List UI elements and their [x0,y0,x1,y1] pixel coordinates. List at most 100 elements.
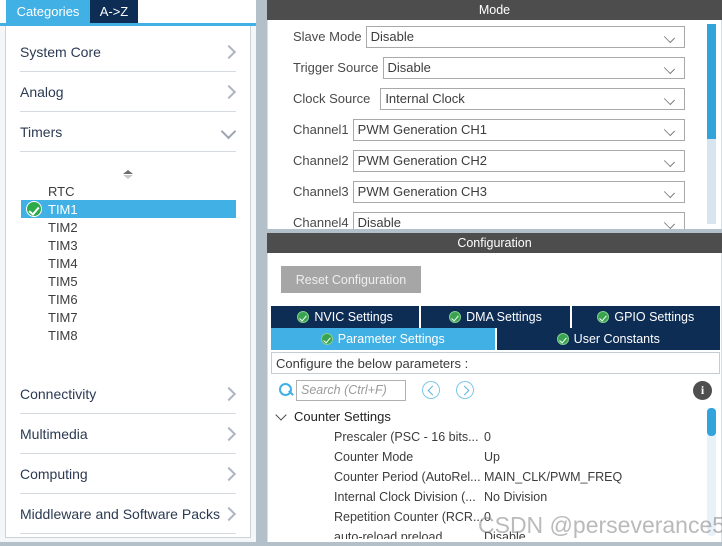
mode-row-channel1: Channel1 PWM Generation CH1 [268,115,721,144]
timer-item-tim8[interactable]: TIM8 [21,326,236,344]
tab-categories[interactable]: Categories [6,0,90,23]
tab-nvic-settings-label: NVIC Settings [314,310,393,324]
configure-banner-text: Configure the below parameters : [276,355,469,371]
mode-panel: Slave Mode Disable Trigger Source Disabl… [267,20,722,229]
timer-item-label: TIM4 [48,255,78,271]
table-row[interactable]: auto-reload preload Disable [271,527,720,539]
chevron-down-icon [664,219,676,227]
category-middleware-label: Middleware and Software Packs [20,505,220,522]
trigger-source-select[interactable]: Disable [382,56,685,79]
tab-parameter-settings-label: Parameter Settings [337,332,445,346]
app-root: Categories A->Z System Core Analog Timer… [0,0,722,546]
check-circle-icon [26,201,42,217]
check-circle-icon [320,333,333,345]
trigger-source-label: Trigger Source [293,60,379,75]
search-input[interactable] [296,379,406,401]
panel-divider-handle[interactable] [256,0,267,546]
channel4-select[interactable]: Disable [352,211,685,229]
category-computing[interactable]: Computing [20,454,236,494]
timer-item-tim6[interactable]: TIM6 [21,290,236,308]
timer-item-label: TIM5 [48,273,78,289]
category-analog[interactable]: Analog [20,72,236,112]
timer-item-label: TIM3 [48,237,78,253]
channel1-label: Channel1 [293,122,349,137]
parameter-name: auto-reload preload [334,530,443,539]
timer-item-tim4[interactable]: TIM4 [21,254,236,272]
parameter-name: Internal Clock Division (... [334,490,476,504]
check-circle-icon [297,311,310,323]
table-row[interactable]: Internal Clock Division (... No Division [271,487,720,507]
category-timers[interactable]: Timers [20,112,236,152]
navigate-forward-icon[interactable] [456,381,474,399]
parameter-value: 0 [484,430,491,444]
mode-row-channel4: Channel4 Disable [268,208,721,229]
category-connectivity[interactable]: Connectivity [20,374,236,414]
tab-nvic-settings[interactable]: NVIC Settings [271,306,420,328]
tab-dma-settings[interactable]: DMA Settings [421,306,570,328]
category-multimedia[interactable]: Multimedia [20,414,236,454]
parameter-list: Counter Settings Prescaler (PSC - 16 bit… [271,405,720,540]
timer-item-tim3[interactable]: TIM3 [21,236,236,254]
channel3-select[interactable]: PWM Generation CH3 [352,180,685,203]
tab-categories-label: Categories [16,4,80,19]
chevron-right-icon [222,507,236,521]
timer-item-tim5[interactable]: TIM5 [21,272,236,290]
tab-dma-settings-label: DMA Settings [466,310,542,324]
trigger-source-value: Disable [387,60,431,75]
reset-configuration-label: Reset Configuration [295,272,407,287]
table-row[interactable]: Counter Mode Up [271,447,720,467]
category-middleware[interactable]: Middleware and Software Packs [20,494,236,534]
category-system-core-label: System Core [20,43,101,60]
clock-source-select[interactable]: Internal Clock [380,87,685,110]
table-row[interactable]: Prescaler (PSC - 16 bits... 0 [271,427,720,447]
configuration-tabs-row-2: Parameter Settings User Constants [271,328,720,350]
table-row[interactable]: Counter Period (AutoRel... MAIN_CLK/PWM_… [271,467,720,487]
channel1-select[interactable]: PWM Generation CH1 [352,118,685,141]
channel2-label: Channel2 [293,153,349,168]
parameter-scrollbar-thumb[interactable] [707,408,716,436]
tab-a-to-z-label: A->Z [99,4,129,19]
slave-mode-select[interactable]: Disable [365,25,685,48]
timer-item-tim1[interactable]: TIM1 [21,200,236,218]
parameter-value: 0 [484,510,491,524]
tab-a-to-z[interactable]: A->Z [90,0,138,23]
chevron-right-icon [222,387,236,401]
chevron-down-icon [664,157,676,165]
timer-item-tim2[interactable]: TIM2 [21,218,236,236]
timer-item-tim7[interactable]: TIM7 [21,308,236,326]
chevron-down-icon [220,126,236,138]
timer-item-label: TIM2 [48,219,78,235]
search-toolbar: i [271,376,720,404]
scroll-up-down-indicator[interactable] [21,166,236,182]
chevron-down-icon [664,64,676,72]
chevron-right-icon [222,85,236,99]
timer-item-label: TIM8 [48,327,78,343]
configure-banner: Configure the below parameters : [271,352,720,374]
slave-mode-value: Disable [370,29,415,44]
chevron-right-icon [222,467,236,481]
check-circle-icon [597,311,610,323]
tab-parameter-settings[interactable]: Parameter Settings [271,328,495,350]
parameter-name: Counter Mode [334,450,414,464]
category-system-core[interactable]: System Core [20,32,236,72]
panel-divider[interactable] [256,0,267,546]
scroll-nub-icon [123,169,134,179]
timer-item-rtc[interactable]: RTC [21,182,236,200]
parameter-group-counter-settings[interactable]: Counter Settings [271,405,720,427]
mode-row-channel2: Channel2 PWM Generation CH2 [268,146,721,175]
tab-gpio-settings[interactable]: GPIO Settings [571,306,720,328]
left-panel: Categories A->Z System Core Analog Timer… [0,0,256,546]
mode-section-title: Mode [478,3,511,17]
chevron-down-icon [664,126,676,134]
channel2-select[interactable]: PWM Generation CH2 [352,149,685,172]
info-icon[interactable]: i [693,380,712,400]
tab-user-constants[interactable]: User Constants [496,328,720,350]
mode-scrollbar-thumb[interactable] [707,24,716,139]
timer-item-label: RTC [48,183,75,199]
reset-configuration-button[interactable]: Reset Configuration [281,266,421,293]
mode-row-slave-mode: Slave Mode Disable [268,22,721,51]
chevron-right-icon [222,45,236,59]
navigate-back-icon[interactable] [422,381,440,399]
parameter-name: Counter Period (AutoRel... [334,470,481,484]
table-row[interactable]: Repetition Counter (RCR... 0 [271,507,720,527]
